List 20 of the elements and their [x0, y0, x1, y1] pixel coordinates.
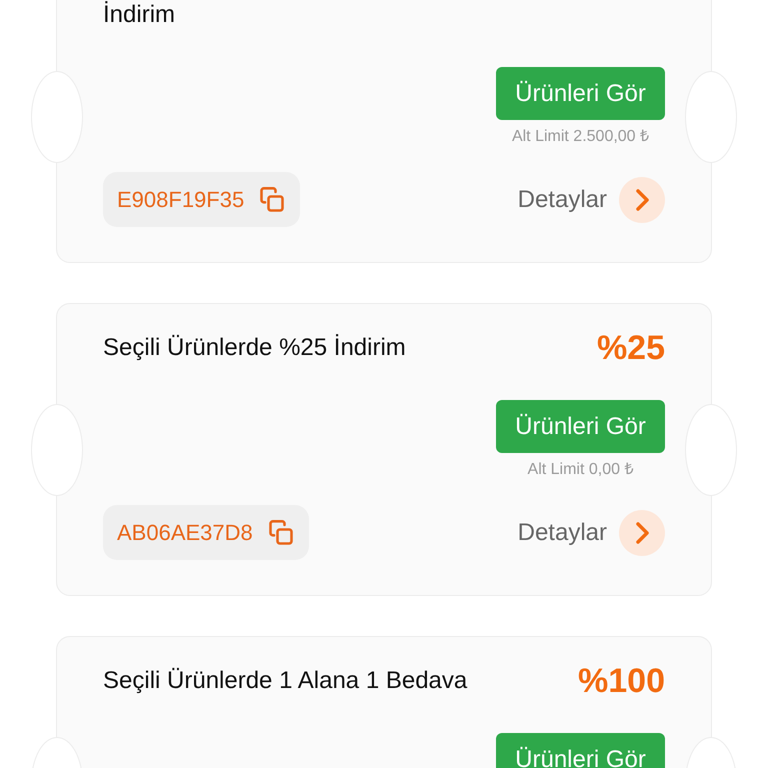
view-products-button[interactable]: Ürünleri Gör [496, 400, 665, 453]
view-products-button[interactable]: Ürünleri Gör [496, 67, 665, 120]
coupon-title: Seçili Ürünlerde %25 İndirim [103, 334, 406, 362]
copy-icon [266, 518, 295, 546]
coupon-code-chip[interactable]: E908F19F35 [103, 172, 300, 227]
chevron-button[interactable] [619, 510, 665, 556]
coupon-title: Seçili Ürünlerde 1 Alana 1 Bedava [103, 667, 468, 695]
minimum-limit: Alt Limit 0,00 ₺ [526, 460, 634, 479]
chevron-right-icon [634, 520, 650, 544]
chevron-button[interactable] [619, 176, 665, 222]
copy-icon [258, 186, 286, 214]
details-link[interactable]: Detaylar [518, 518, 607, 546]
discount-amount: %100 [578, 662, 665, 700]
coupon-title: İndirim [103, 1, 176, 29]
coupon-code-chip[interactable]: AB06AE37D8 [103, 505, 309, 560]
chevron-right-icon [634, 188, 650, 212]
view-products-button[interactable]: Ürünleri Gör [496, 733, 665, 768]
minimum-limit: Alt Limit 2.500,00 ₺ [510, 127, 650, 146]
discount-amount: %25 [596, 328, 665, 368]
details-link[interactable]: Detaylar [518, 186, 607, 214]
